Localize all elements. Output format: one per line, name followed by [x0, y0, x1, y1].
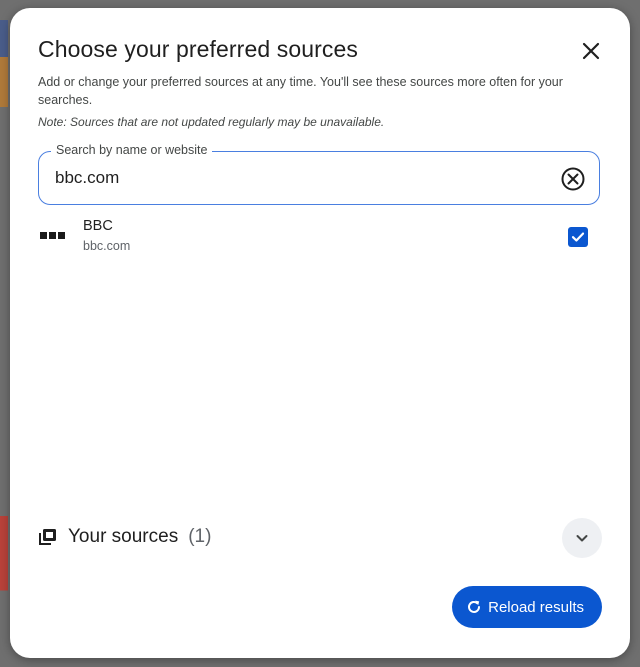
background-page-strip	[0, 20, 8, 640]
checkmark-icon	[571, 232, 585, 242]
close-icon	[582, 42, 600, 60]
result-checkbox[interactable]	[568, 227, 588, 247]
chevron-down-icon	[576, 535, 588, 542]
clear-circle-icon	[561, 167, 585, 191]
result-item-bbc[interactable]: BBC bbc.com	[32, 213, 602, 263]
refresh-icon	[468, 600, 481, 613]
close-button[interactable]	[574, 34, 608, 68]
result-name: BBC	[83, 218, 113, 234]
bbc-logo-icon	[40, 232, 65, 239]
search-input[interactable]	[55, 164, 535, 192]
preferred-sources-dialog: Choose your preferred sources Add or cha…	[10, 8, 630, 658]
dialog-subtitle: Add or change your preferred sources at …	[38, 75, 563, 107]
reload-results-button[interactable]: Reload results	[452, 586, 602, 628]
dialog-note: Note: Sources that are not updated regul…	[38, 115, 385, 129]
reload-results-label: Reload results	[488, 598, 584, 616]
search-field: Search by name or website	[38, 143, 600, 205]
dialog-title: Choose your preferred sources	[38, 36, 358, 62]
result-domain: bbc.com	[83, 239, 131, 253]
library-icon	[39, 529, 56, 545]
expand-your-sources-button[interactable]	[562, 518, 602, 558]
your-sources-section[interactable]: Your sources (1)	[38, 526, 211, 548]
search-label: Search by name or website	[51, 143, 213, 157]
clear-search-button[interactable]	[559, 165, 587, 193]
your-sources-label: Your sources	[68, 526, 179, 547]
your-sources-count: (1)	[188, 526, 212, 547]
